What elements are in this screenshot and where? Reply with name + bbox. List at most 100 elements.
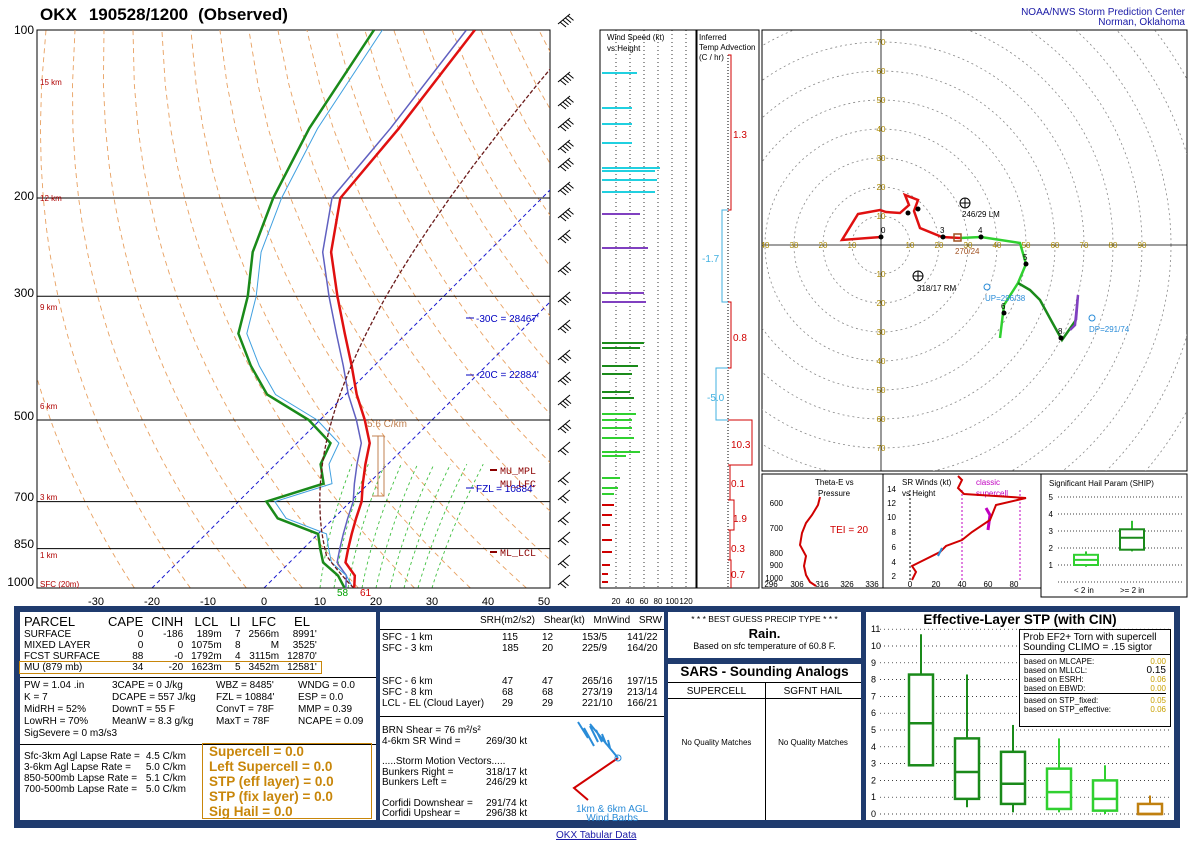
theta-p: 600 xyxy=(770,499,784,508)
height-label: 15 km xyxy=(40,78,62,87)
prob-list: based on MLCAPE: 0.00 based on MLLCL: 0.15… xyxy=(1020,655,1170,716)
table-row: MIXED LAYER 0 0 1075m 8 M 3525' xyxy=(20,640,321,651)
temp-adv-value: 1.9 xyxy=(733,514,747,525)
kin-header: Shear(kt) xyxy=(543,615,585,626)
wind-speed-panel: Wind Speed (kt) vs Height 20 40 60 80 10… xyxy=(599,29,697,606)
wind-barb xyxy=(557,181,574,196)
p-label: 700 xyxy=(14,490,34,504)
motion-value: 296/38 kt xyxy=(486,808,528,819)
table-row: 700-500mb Lapse Rate = 5.0 C/km xyxy=(21,784,189,795)
hodo-km-point xyxy=(978,234,984,240)
ship-y: 1 xyxy=(1049,561,1054,570)
misc-value: NCAPE = 0.09 xyxy=(298,716,364,727)
parcel-panel: PARCEL CAPE CINH LCL LI LFC EL SURFACE 0… xyxy=(19,612,376,820)
barb-caption: 1km & 6km AGL Wind Barbs xyxy=(576,805,648,824)
sr-h: 2 xyxy=(892,572,897,581)
sars-col-supercell: SUPERCELL xyxy=(686,686,747,697)
sars-col-hail: SGFNT HAIL xyxy=(783,686,843,697)
ws-tick: 80 xyxy=(654,597,663,606)
misc-value: LowRH = 70% xyxy=(24,716,89,727)
precip-sars-panel: * * * BEST GUESS PRECIP TYPE * * * Rain.… xyxy=(668,612,861,820)
sr-h: 6 xyxy=(892,543,897,552)
kin-shear: 68 xyxy=(542,687,554,698)
sfc-temp-label: 61 xyxy=(360,588,372,599)
table-row: 850-500mb Lapse Rate = 5.1 C/km xyxy=(21,773,189,784)
temp-adv-value: 0.7 xyxy=(731,570,745,581)
prob-value: 0.05 xyxy=(1150,696,1166,705)
hodo-ring-label: 20 xyxy=(877,299,886,308)
kin-mnwind: 221/10 xyxy=(582,698,613,709)
kin-label: SFC - 6 km xyxy=(382,676,433,687)
table-row: 3-6km Agl Lapse Rate = 5.0 C/km xyxy=(21,762,189,773)
hodo-ring-label: 60 xyxy=(877,415,886,424)
kin-srh: 47 xyxy=(502,676,514,687)
stp-y-tick: 2 xyxy=(871,775,876,785)
hodo-ring-label: 20 xyxy=(819,241,828,250)
tabular-data-link[interactable]: OKX Tabular Data xyxy=(556,830,636,841)
stp-panel: Effective-Layer STP (with CIN) 012345678… xyxy=(866,612,1174,820)
bottom-panels: PARCEL CAPE CINH LCL LI LFC EL SURFACE 0… xyxy=(14,606,1180,828)
misc-value: MeanW = 8.3 g/kg xyxy=(112,716,194,727)
stp-box xyxy=(1091,779,1119,812)
kin-header: MnWind xyxy=(593,615,631,626)
wind-barb xyxy=(557,574,571,589)
misc-value: DownT = 55 F xyxy=(112,704,175,715)
p-label: 850 xyxy=(14,537,34,551)
p-label: 1000 xyxy=(7,575,34,589)
hodo-mean-label: 270/24 xyxy=(955,247,980,256)
sr46-value: 269/30 kt xyxy=(486,736,528,747)
lapse-value: 5.0 C/km xyxy=(145,762,186,773)
wind-barb xyxy=(557,261,572,276)
parcel-table: PARCEL CAPE CINH LCL LI LFC EL SURFACE 0… xyxy=(19,614,322,674)
prob-value: 0.06 xyxy=(1150,705,1166,714)
theta-subtitle: Pressure xyxy=(818,489,851,498)
kin-label: LCL - EL (Cloud Layer) xyxy=(382,698,485,709)
parcel-cell: 7 xyxy=(234,629,241,640)
hodo-km-point xyxy=(915,206,921,212)
prob-label: based on ESRH: xyxy=(1024,675,1084,684)
parcel-cell: SURFACE xyxy=(24,629,72,640)
table-row: LCL - EL (Cloud Layer) 29 29 221/10 166/21 xyxy=(382,698,662,709)
parcel-cell: 8 xyxy=(234,640,241,651)
index-value: STP (fix layer) = 0.0 xyxy=(209,789,333,804)
prob-label: based on STP_fixed: xyxy=(1024,696,1099,705)
misc-value: WBZ = 8485' xyxy=(216,680,274,691)
parcel-cell: -20 xyxy=(168,662,184,673)
misc-col-3: WBZ = 8485' FZL = 10884' ConvT = 78F Max… xyxy=(216,680,275,728)
stp-y-tick: 10 xyxy=(871,641,881,651)
ml-lcl-label: ML_LCL xyxy=(500,549,536,560)
table-row: Sfc-3km Agl Lapse Rate = 4.5 C/km xyxy=(21,751,189,762)
hodo-ring-label: 60 xyxy=(1051,241,1060,250)
p-label: 300 xyxy=(14,286,34,300)
kinematics-panel: SRH(m2/s2) Shear(kt) MnWind SRW SFC - 1 … xyxy=(380,612,664,824)
theta-p: 700 xyxy=(770,524,784,533)
misc-value: FZL = 10884' xyxy=(216,692,275,703)
kin-srh: 115 xyxy=(502,632,518,643)
misc-value: 3CAPE = 0 J/kg xyxy=(112,680,183,691)
sr-h: 10 xyxy=(887,513,896,522)
wind-speed-axis: 20 40 60 80 100 120 xyxy=(612,597,694,606)
p-label: 200 xyxy=(14,189,34,203)
table-row: SFC - 1 km 115 12 153/5 141/22 xyxy=(382,632,662,643)
wind-barb xyxy=(557,139,574,154)
parcel-cell: 12870' xyxy=(287,651,317,662)
index-value: Left Supercell = 0.0 xyxy=(209,759,333,774)
table-row: SFC - 3 km 185 20 225/9 164/20 xyxy=(382,643,662,654)
parcel-header: LI xyxy=(229,614,241,629)
skewt-frame xyxy=(36,29,551,589)
theta-x: 336 xyxy=(865,580,879,589)
kin-mnwind: 265/16 xyxy=(582,676,613,687)
ship-y: 3 xyxy=(1049,527,1054,536)
hodo-dp-label: DP=291/74 xyxy=(1089,325,1130,334)
sr-winds-inset: SR Winds (kt) vs Height classic supercel… xyxy=(882,473,1042,589)
mu-mpl-label: MU_MPL xyxy=(500,467,536,478)
hodo-ring-label: 70 xyxy=(877,38,886,47)
kinematics-rows: SFC - 1 km 115 12 153/5 141/22 SFC - 3 km 185… xyxy=(382,632,662,709)
temp-adv-value: 0.3 xyxy=(731,544,745,555)
hodo-ring-label: 90 xyxy=(1138,241,1147,250)
misc-value: MidRH = 52% xyxy=(24,704,86,715)
kin-mnwind: 273/19 xyxy=(582,687,613,698)
kin-mnwind: 153/5 xyxy=(582,632,608,643)
indices-box: Supercell = 0.0 Left Supercell = 0.0 STP… xyxy=(202,743,372,819)
parcel-cell: 3452m xyxy=(248,662,280,673)
